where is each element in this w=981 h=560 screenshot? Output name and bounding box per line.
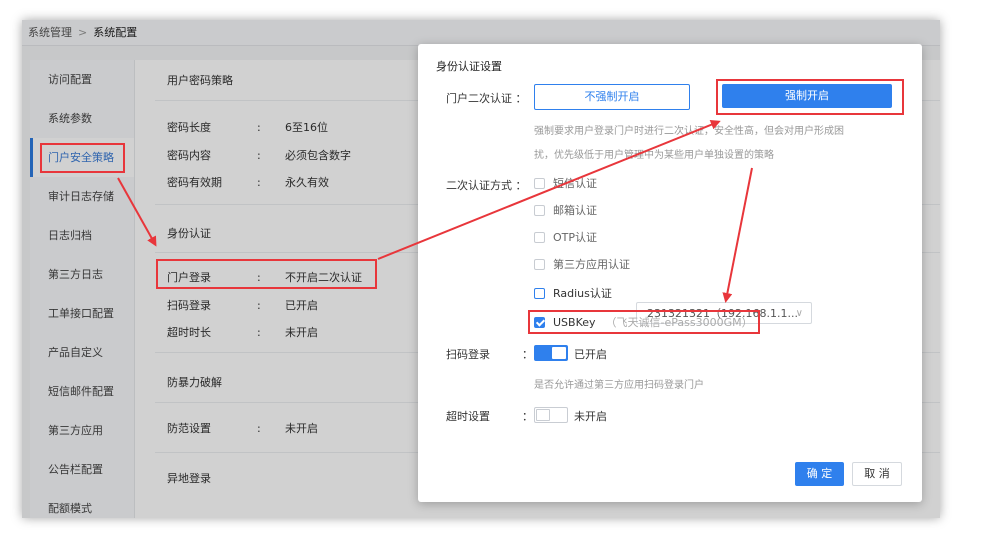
arrow-portal-login-to-force-button bbox=[377, 119, 721, 260]
arrow-sidebar-to-portal-login bbox=[117, 177, 157, 247]
annotation-arrows bbox=[117, 119, 753, 303]
arrow-to-usbkey bbox=[722, 167, 753, 303]
